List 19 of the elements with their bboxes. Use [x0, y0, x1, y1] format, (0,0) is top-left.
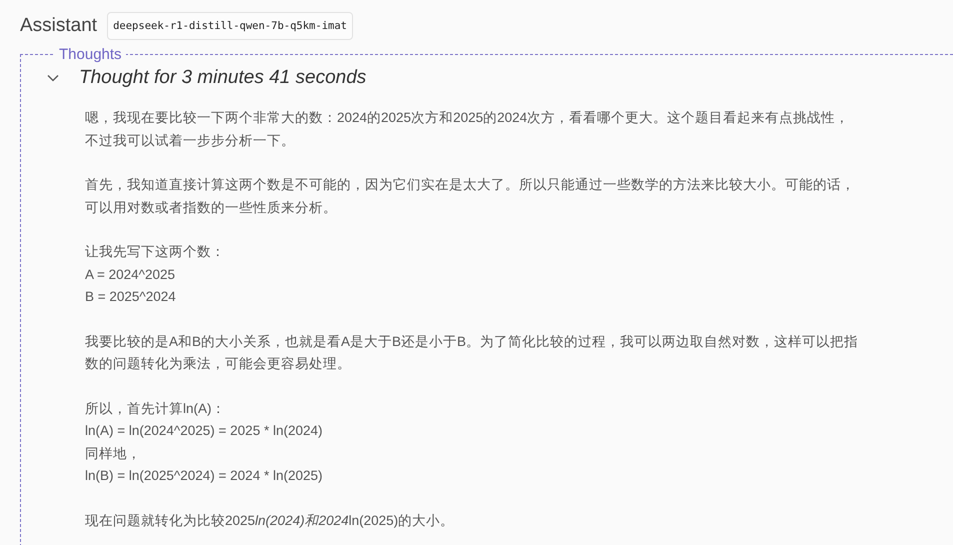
text-line: 数的问题转化为乘法，可能会更容易处理。: [85, 355, 351, 373]
text-line: 嗯，我现在要比较一下两个非常大的数：2024的2025次方和2025的2024次方，看看哪个更大。这个题目看起来有点挑战性，: [85, 109, 850, 127]
text-line: 可以用对数或者指数的一些性质来分析。: [85, 198, 337, 216]
text-line: ln(B) = ln(2025^2024) = 2024 * ln(2025): [85, 467, 322, 485]
text-line: 现在问题就转化为比较2025ln(2024)和2024ln(2025)的大小。: [85, 512, 454, 530]
thoughts-legend: Thoughts: [55, 46, 126, 63]
role-label: Assistant: [20, 15, 98, 37]
text-line: 我要比较的是A和B的大小关系，也就是看A是大于B还是小于B。为了简化比较的过程，我可以两边取自然对数，这样可以把指: [85, 332, 858, 350]
chevron-icon[interactable]: [47, 74, 59, 82]
thought-summary[interactable]: Thought for 3 minutes 41 seconds: [79, 67, 366, 89]
text-line: 让我先写下这两个数：: [85, 243, 225, 261]
text-line: ln(A) = ln(2024^2025) = 2025 * ln(2024): [85, 422, 322, 440]
text-line: B = 2025^2024: [85, 288, 176, 306]
text-line: A = 2024^2025: [85, 266, 176, 284]
text-line: 不过我可以试着一步步分析一下。: [85, 132, 295, 150]
model-badge: deepseek-r1-distill-qwen-7b-q5km-imat: [107, 12, 353, 40]
text-line: 首先，我知道直接计算这两个数是不可能的，因为它们实在是太大了。所以只能通过一些数学的方法来比较大小。可能的话，: [85, 176, 855, 194]
text-line: 所以，首先计算ln(A)：: [85, 400, 226, 418]
text-line: 同样地，: [85, 444, 141, 462]
